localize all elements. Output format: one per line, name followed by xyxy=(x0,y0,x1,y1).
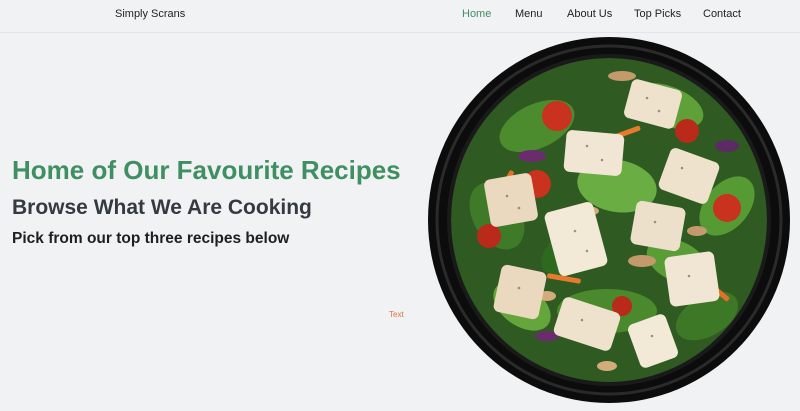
hero-title: Home of Our Favourite Recipes xyxy=(12,155,401,185)
nav-link-about-us[interactable]: About Us xyxy=(567,8,612,20)
small-text-label: Text xyxy=(389,310,404,319)
brand-link[interactable]: Simply Scrans xyxy=(115,8,185,20)
nav-link-contact[interactable]: Contact xyxy=(703,8,741,20)
hero-tagline: Pick from our top three recipes below xyxy=(12,230,290,247)
nav-link-top-picks[interactable]: Top Picks xyxy=(634,8,681,20)
navbar: Simply Scrans Home Menu About Us Top Pic… xyxy=(0,0,800,33)
salad-greens xyxy=(451,58,767,382)
nav-link-menu[interactable]: Menu xyxy=(515,8,543,20)
salad-bowl-image xyxy=(428,37,790,403)
nav-link-home[interactable]: Home xyxy=(462,8,491,20)
hero-subtitle: Browse What We Are Cooking xyxy=(12,196,312,219)
